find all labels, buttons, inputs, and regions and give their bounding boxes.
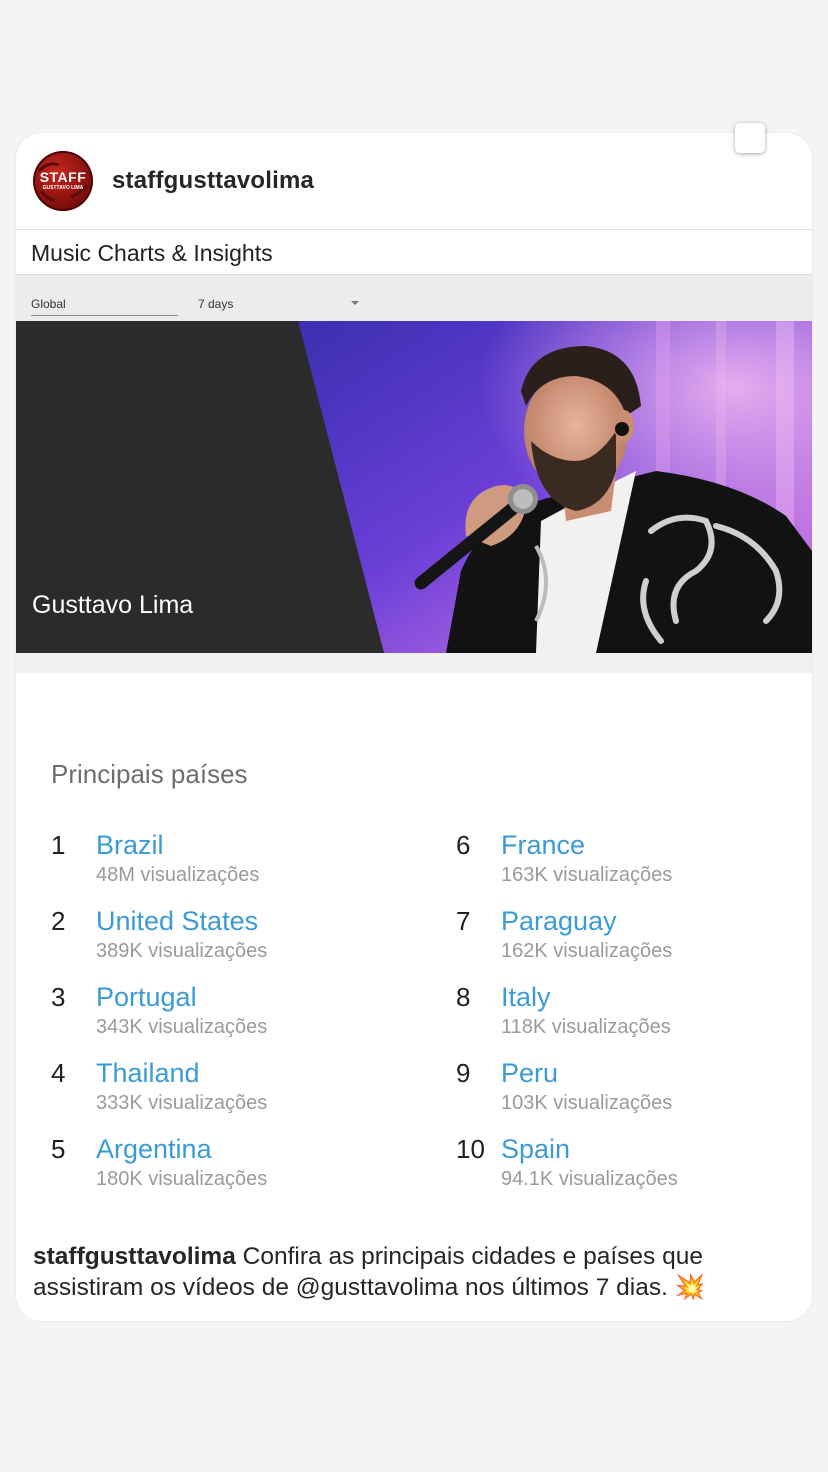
country-item: 4 Thailand 333K visualizações xyxy=(51,1058,411,1118)
filter-bar: Global 7 days xyxy=(16,275,812,321)
country-views: 162K visualizações xyxy=(501,940,673,962)
country-item: 2 United States 389K visualizações xyxy=(51,906,411,966)
country-item: 7 Paraguay 162K visualizações xyxy=(456,906,796,966)
country-rank: 3 xyxy=(51,982,66,1012)
country-rank: 8 xyxy=(456,982,471,1012)
youtube-app-bar: Music Charts & Insights xyxy=(16,229,812,275)
post-username[interactable]: staffgusttavolima xyxy=(112,167,314,195)
country-rank: 9 xyxy=(456,1058,471,1088)
country-link[interactable]: Italy xyxy=(501,982,551,1013)
country-views: 103K visualizações xyxy=(501,1092,673,1114)
country-item: 6 France 163K visualizações xyxy=(456,830,796,890)
country-link[interactable]: Peru xyxy=(501,1058,558,1089)
country-rank: 5 xyxy=(51,1134,66,1164)
country-rank: 7 xyxy=(456,906,471,936)
instagram-post-card: STAFF GUSTTAVO LIMA staffgusttavolima Mu… xyxy=(16,133,812,1321)
country-item: 1 Brazil 48M visualizações xyxy=(51,830,411,890)
post-header: STAFF GUSTTAVO LIMA staffgusttavolima xyxy=(16,133,812,229)
country-views: 389K visualizações xyxy=(96,940,268,962)
country-views: 118K visualizações xyxy=(501,1016,671,1038)
country-link[interactable]: France xyxy=(501,830,585,861)
collision-emoji-icon: 💥 xyxy=(674,1274,706,1301)
country-link[interactable]: Argentina xyxy=(96,1134,212,1165)
country-link[interactable]: Brazil xyxy=(96,830,164,861)
post-caption: staffgusttavolima Confira as principais … xyxy=(33,1241,803,1303)
country-item: 9 Peru 103K visualizações xyxy=(456,1058,796,1118)
country-link[interactable]: United States xyxy=(96,906,258,937)
artist-name: Gusttavo Lima xyxy=(32,591,194,619)
page-title: Music Charts & Insights xyxy=(31,240,273,266)
country-views: 48M visualizações xyxy=(96,864,260,886)
country-rank: 4 xyxy=(51,1058,66,1088)
country-link[interactable]: Paraguay xyxy=(501,906,617,937)
country-rank: 10 xyxy=(456,1134,485,1164)
country-item: 8 Italy 118K visualizações xyxy=(456,982,796,1042)
region-filter[interactable]: Global xyxy=(31,297,178,316)
overlay-checkbox[interactable] xyxy=(735,123,765,153)
artist-hero-banner: Gusttavo Lima xyxy=(16,321,812,653)
country-views: 333K visualizações xyxy=(96,1092,268,1114)
country-link[interactable]: Portugal xyxy=(96,982,197,1013)
country-link[interactable]: Spain xyxy=(501,1134,570,1165)
top-countries-title: Principais países xyxy=(51,759,248,789)
divider xyxy=(16,653,812,673)
country-rank: 6 xyxy=(456,830,471,860)
caption-username[interactable]: staffgusttavolima xyxy=(33,1243,236,1270)
country-item: 3 Portugal 343K visualizações xyxy=(51,982,411,1042)
country-link[interactable]: Thailand xyxy=(96,1058,200,1089)
avatar-text-top: STAFF xyxy=(39,169,87,185)
avatar-text-bottom: GUSTTAVO LIMA xyxy=(42,185,84,191)
country-rank: 2 xyxy=(51,906,66,936)
chevron-down-icon[interactable] xyxy=(351,301,359,305)
country-views: 180K visualizações xyxy=(96,1168,268,1190)
country-views: 94.1K visualizações xyxy=(501,1168,678,1190)
country-views: 343K visualizações xyxy=(96,1016,268,1038)
country-rank: 1 xyxy=(51,830,66,860)
period-filter[interactable]: 7 days xyxy=(198,297,233,311)
country-views: 163K visualizações xyxy=(501,864,673,886)
country-item: 5 Argentina 180K visualizações xyxy=(51,1134,411,1194)
country-item: 10 Spain 94.1K visualizações xyxy=(456,1134,796,1194)
